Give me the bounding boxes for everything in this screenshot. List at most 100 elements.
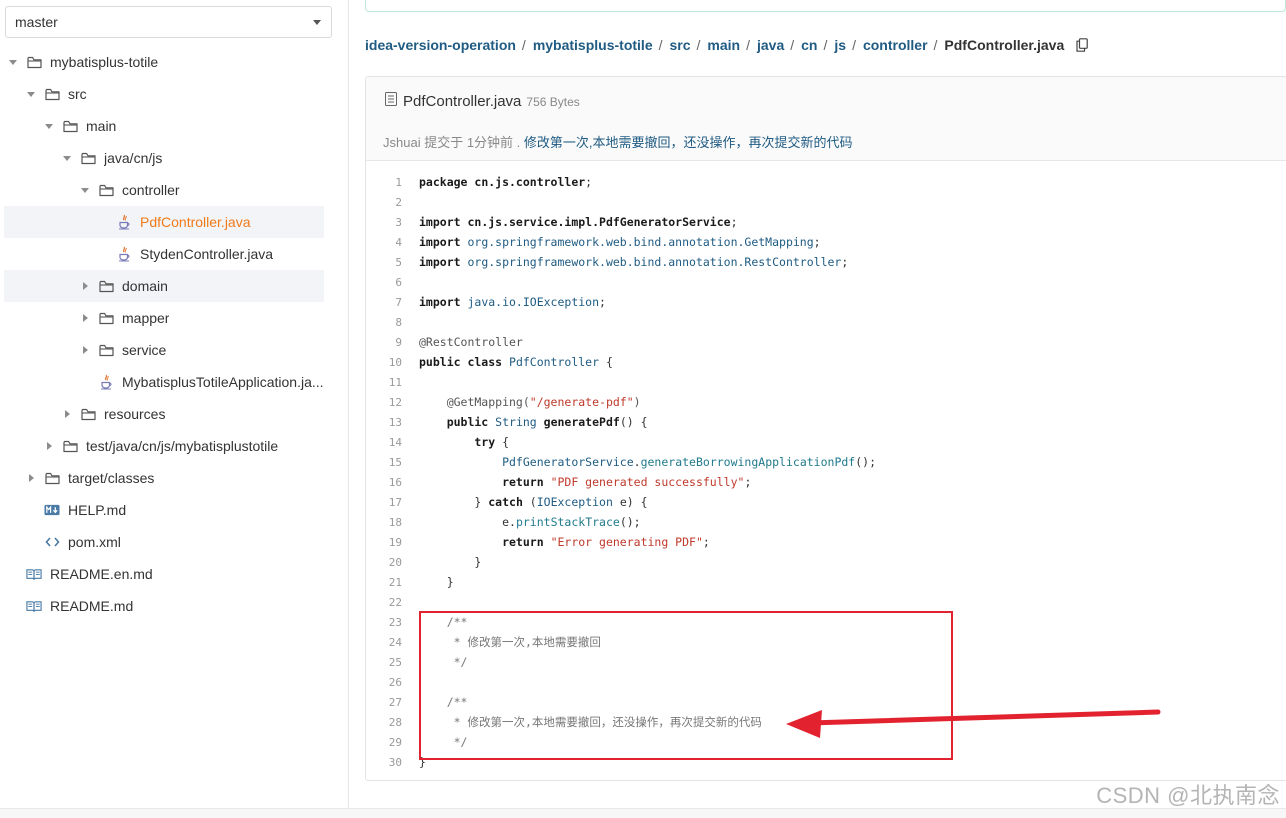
- line-number[interactable]: 1: [366, 176, 402, 189]
- copy-icon[interactable]: [1076, 38, 1089, 52]
- line-number[interactable]: 29: [366, 736, 402, 749]
- breadcrumb-current: PdfController.java: [944, 37, 1065, 53]
- code-line: 6: [366, 272, 1286, 292]
- breadcrumb-link[interactable]: controller: [863, 37, 928, 53]
- chevron-down-icon[interactable]: [62, 153, 72, 163]
- breadcrumb-link[interactable]: js: [834, 37, 846, 53]
- line-number[interactable]: 6: [366, 276, 402, 289]
- line-number[interactable]: 2: [366, 196, 402, 209]
- file-size: 756 Bytes: [526, 94, 580, 109]
- line-number[interactable]: 22: [366, 596, 402, 609]
- tree-item[interactable]: README.en.md: [4, 558, 324, 590]
- chevron-down-icon[interactable]: [44, 121, 54, 131]
- tree-item[interactable]: domain: [4, 270, 324, 302]
- tree-item[interactable]: controller: [4, 174, 324, 206]
- code-token: @RestController: [419, 335, 523, 349]
- line-number[interactable]: 3: [366, 216, 402, 229]
- line-number[interactable]: 12: [366, 396, 402, 409]
- code-line: 7 import java.io.IOException;: [366, 292, 1286, 312]
- tree-item[interactable]: test/java/cn/js/mybatisplustotile: [4, 430, 324, 462]
- line-number[interactable]: 15: [366, 456, 402, 469]
- code-text: public String generatePdf() {: [402, 415, 648, 429]
- line-number[interactable]: 25: [366, 656, 402, 669]
- line-number[interactable]: 16: [366, 476, 402, 489]
- chevron-right-icon[interactable]: [80, 313, 90, 323]
- chevron-right-icon[interactable]: [26, 473, 36, 483]
- tree-item[interactable]: target/classes: [4, 462, 324, 494]
- tree-item[interactable]: src: [4, 78, 324, 110]
- chevron-right-icon[interactable]: [80, 281, 90, 291]
- code-token: java.io.IOException: [467, 295, 600, 309]
- line-number[interactable]: 5: [366, 256, 402, 269]
- tree-item[interactable]: HELP.md: [4, 494, 324, 526]
- book-icon: [26, 598, 42, 614]
- code-text: package cn.js.controller;: [402, 175, 592, 189]
- chevron-right-icon[interactable]: [80, 345, 90, 355]
- code-token: {: [599, 355, 613, 369]
- line-number[interactable]: 24: [366, 636, 402, 649]
- line-number[interactable]: 7: [366, 296, 402, 309]
- file-tree-sidebar: master mybatisplus-totile src main java/cn/…: [0, 0, 349, 808]
- line-number[interactable]: 28: [366, 716, 402, 729]
- line-number[interactable]: 30: [366, 756, 402, 769]
- tree-item-label: resources: [104, 406, 166, 422]
- line-number[interactable]: 13: [366, 416, 402, 429]
- line-number[interactable]: 18: [366, 516, 402, 529]
- tree-item[interactable]: mybatisplus-totile: [4, 46, 324, 78]
- code-line: 29 */: [366, 732, 1286, 752]
- line-number[interactable]: 23: [366, 616, 402, 629]
- code-text: import org.springframework.web.bind.anno…: [402, 235, 821, 249]
- line-number[interactable]: 10: [366, 356, 402, 369]
- chevron-right-icon[interactable]: [44, 441, 54, 451]
- tree-item[interactable]: pom.xml: [4, 526, 324, 558]
- commit-time: 提交于 1分钟前 .: [424, 135, 521, 150]
- code-text: /**: [402, 615, 468, 629]
- code-line: 8: [366, 312, 1286, 332]
- tree-item[interactable]: mapper: [4, 302, 324, 334]
- breadcrumb-link[interactable]: java: [757, 37, 784, 53]
- tree-item[interactable]: resources: [4, 398, 324, 430]
- line-number[interactable]: 17: [366, 496, 402, 509]
- tree-item[interactable]: StydenController.java: [4, 238, 324, 270]
- chevron-down-icon[interactable]: [26, 89, 36, 99]
- tree-item[interactable]: service: [4, 334, 324, 366]
- line-number[interactable]: 11: [366, 376, 402, 389]
- breadcrumb-link[interactable]: main: [707, 37, 740, 53]
- breadcrumb-link[interactable]: cn: [801, 37, 817, 53]
- branch-select-value: master: [15, 14, 58, 30]
- code-token: ;: [702, 535, 710, 549]
- breadcrumb-link[interactable]: mybatisplus-totile: [533, 37, 653, 53]
- branch-select[interactable]: master: [5, 6, 332, 38]
- line-number[interactable]: 14: [366, 436, 402, 449]
- commit-message[interactable]: 修改第一次,本地需要撤回，还没操作，再次提交新的代码: [524, 135, 853, 150]
- line-number[interactable]: 26: [366, 676, 402, 689]
- line-number[interactable]: 19: [366, 536, 402, 549]
- line-number[interactable]: 4: [366, 236, 402, 249]
- chevron-down-icon[interactable]: [8, 57, 18, 67]
- chevron-down-icon[interactable]: [80, 185, 90, 195]
- code-token: {: [502, 435, 510, 449]
- tree-item[interactable]: MybatisplusTotileApplication.ja...: [4, 366, 324, 398]
- chevron-right-icon[interactable]: [62, 409, 72, 419]
- code-token: ;: [744, 475, 752, 489]
- code-line: 17 } catch (IOException e) {: [366, 492, 1286, 512]
- commit-author[interactable]: Jshuai: [383, 135, 421, 150]
- line-number[interactable]: 21: [366, 576, 402, 589]
- code-token: import: [419, 295, 468, 309]
- tree-item[interactable]: PdfController.java: [4, 206, 324, 238]
- code-token: package: [419, 175, 475, 189]
- tree-item[interactable]: java/cn/js: [4, 142, 324, 174]
- code-line: 30}: [366, 752, 1286, 772]
- code-token: catch: [488, 495, 530, 509]
- tree-item[interactable]: README.md: [4, 590, 324, 622]
- code-token: */: [419, 735, 468, 749]
- tree-item[interactable]: main: [4, 110, 324, 142]
- line-number[interactable]: 9: [366, 336, 402, 349]
- code-line: 25 */: [366, 652, 1286, 672]
- line-number[interactable]: 20: [366, 556, 402, 569]
- last-commit: Jshuai 提交于 1分钟前 . 修改第一次,本地需要撤回，还没操作，再次提交…: [383, 132, 853, 151]
- breadcrumb-link[interactable]: idea-version-operation: [365, 37, 516, 53]
- line-number[interactable]: 8: [366, 316, 402, 329]
- line-number[interactable]: 27: [366, 696, 402, 709]
- breadcrumb-link[interactable]: src: [670, 37, 691, 53]
